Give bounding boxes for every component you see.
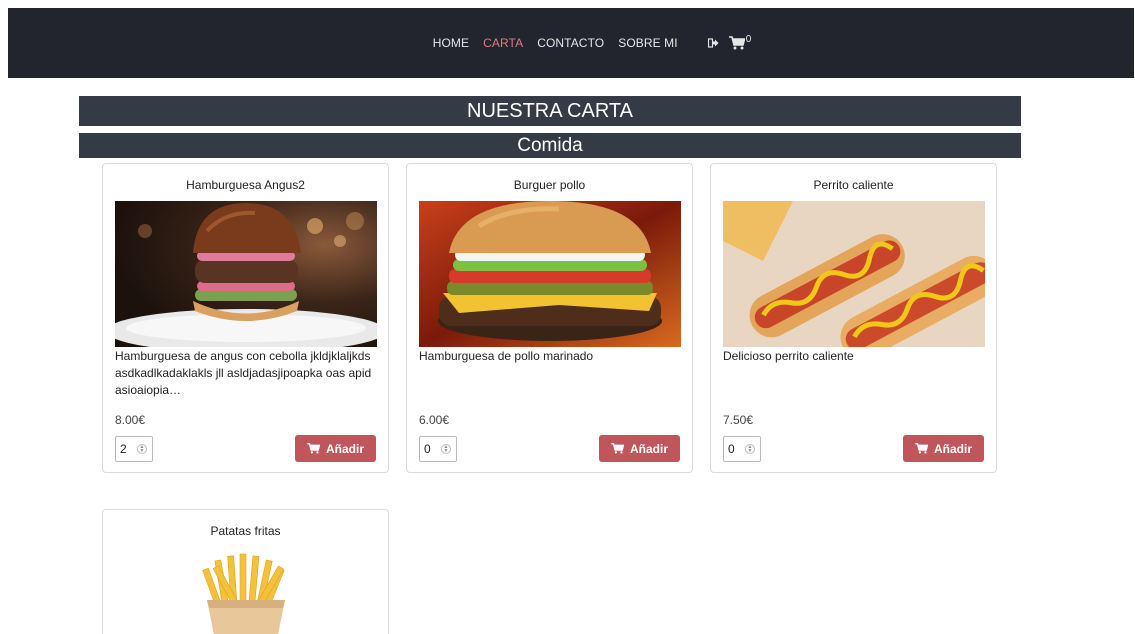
nav-link-home[interactable]: HOME (433, 36, 469, 50)
add-to-cart-button[interactable]: Añadir (295, 435, 376, 462)
nav-link-sobre-mi[interactable]: SOBRE MI (618, 36, 677, 50)
quantity-value: 2 (120, 442, 127, 456)
add-to-cart-button[interactable]: Añadir (599, 435, 680, 462)
cart-icon (307, 443, 320, 454)
product-description: Hamburguesa de angus con cebolla jkldjkl… (115, 349, 372, 397)
product-name: Burguer pollo (513, 178, 586, 192)
add-button-label: Añadir (325, 441, 364, 456)
product-price: 8.00€ (115, 413, 146, 427)
product-price: 7.50€ (723, 413, 754, 427)
cart-button[interactable]: 0 (728, 33, 752, 50)
product-card: Burguer pollo Hamburguesa de pollo marin… (406, 163, 693, 473)
quantity-spinner-icon[interactable]: ▲ ▼ (137, 444, 147, 454)
quantity-value: 0 (728, 442, 735, 456)
product-image-hot-dog[interactable] (723, 201, 985, 347)
product-image-burger-pollo[interactable] (419, 201, 681, 347)
quantity-value: 0 (424, 442, 431, 456)
quantity-input[interactable]: 0 ▲ ▼ (419, 436, 457, 462)
product-name: Hamburguesa Angus2 (186, 178, 305, 192)
nav-menu: HOME CARTA CONTACTO SOBRE MI 0 (426, 33, 757, 51)
nav-link-carta[interactable]: CARTA (483, 36, 523, 50)
product-card: Hamburguesa Angus2 Hamburguesa de angus … (102, 163, 389, 473)
navbar: HOME CARTA CONTACTO SOBRE MI 0 (8, 8, 1134, 78)
cart-count-badge: 0 (745, 33, 752, 45)
page-title: NUESTRA CARTA (79, 96, 1021, 126)
cart-icon (611, 443, 624, 454)
product-card: Perrito caliente Delicioso perrito calie… (710, 163, 997, 473)
sign-out-icon[interactable] (707, 38, 719, 48)
product-name: Perrito caliente (813, 178, 894, 192)
nav-link-contacto[interactable]: CONTACTO (537, 36, 604, 50)
nav-icons: 0 (703, 33, 757, 50)
product-price: 6.00€ (419, 413, 450, 427)
product-name: Patatas fritas (210, 524, 281, 538)
add-button-label: Añadir (629, 441, 668, 456)
product-description: Hamburguesa de pollo marinado (419, 349, 594, 363)
product-image-fries[interactable] (115, 550, 377, 634)
quantity-spinner-icon[interactable]: ▲ ▼ (745, 444, 755, 454)
product-image-burger-angus[interactable] (115, 201, 377, 347)
cart-icon (915, 443, 928, 454)
add-to-cart-button[interactable]: Añadir (903, 435, 984, 462)
quantity-spinner-icon[interactable]: ▲ ▼ (441, 444, 451, 454)
quantity-input[interactable]: 0 ▲ ▼ (723, 436, 761, 462)
quantity-input[interactable]: 2 ▲ ▼ (115, 436, 153, 462)
add-button-label: Añadir (933, 441, 972, 456)
product-card: Patatas fritas (102, 509, 389, 634)
cart-icon (728, 36, 745, 50)
product-description: Delicioso perrito caliente (723, 349, 854, 363)
section-title: Comida (79, 133, 1021, 158)
